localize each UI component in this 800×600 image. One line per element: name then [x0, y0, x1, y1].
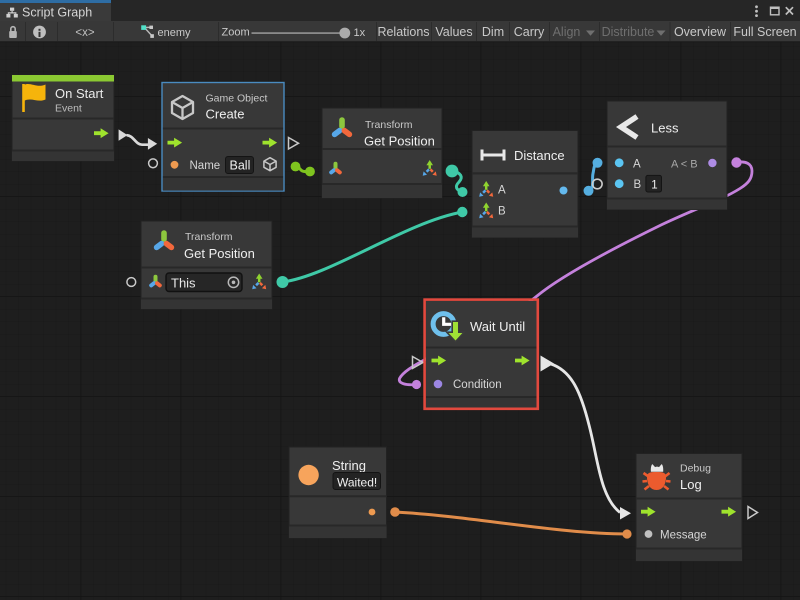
svg-text:A: A: [498, 184, 506, 196]
svg-text:Get Position: Get Position: [184, 246, 255, 261]
svg-text:Zoom: Zoom: [222, 26, 250, 38]
svg-text:Create: Create: [206, 106, 245, 121]
svg-text:Less: Less: [651, 120, 679, 135]
svg-text:Distribute: Distribute: [602, 25, 655, 39]
svg-text:Values: Values: [435, 25, 472, 39]
svg-text:Script Graph: Script Graph: [22, 5, 92, 19]
svg-text:B: B: [498, 206, 506, 218]
svg-text:<x>: <x>: [75, 27, 94, 39]
svg-text:Condition: Condition: [453, 379, 502, 391]
svg-text:Overview: Overview: [674, 25, 727, 39]
svg-text:A: A: [633, 158, 641, 170]
svg-text:Waited!: Waited!: [337, 475, 377, 489]
svg-text:Relations: Relations: [377, 25, 429, 39]
svg-text:On Start: On Start: [55, 86, 104, 101]
svg-text:Distance: Distance: [514, 148, 565, 163]
svg-text:String: String: [332, 458, 366, 473]
svg-text:Transform: Transform: [365, 119, 413, 131]
svg-text:B: B: [634, 179, 642, 191]
svg-text:1: 1: [651, 179, 657, 191]
svg-text:Name: Name: [190, 160, 221, 172]
svg-text:Log: Log: [680, 477, 702, 492]
svg-text:Get Position: Get Position: [364, 134, 435, 149]
svg-text:Transform: Transform: [185, 231, 233, 243]
svg-text:1x: 1x: [354, 27, 366, 39]
svg-text:Dim: Dim: [482, 25, 504, 39]
svg-text:Message: Message: [660, 529, 707, 541]
svg-text:Debug: Debug: [680, 462, 711, 474]
svg-text:Wait Until: Wait Until: [470, 319, 525, 334]
svg-text:This: This: [171, 275, 196, 290]
svg-text:Full Screen: Full Screen: [733, 25, 796, 39]
svg-text:Game Object: Game Object: [206, 93, 268, 105]
svg-text:Align: Align: [553, 25, 581, 39]
svg-text:Event: Event: [55, 102, 82, 114]
svg-text:Carry: Carry: [514, 25, 545, 39]
svg-text:A < B: A < B: [671, 158, 698, 170]
svg-text:enemy: enemy: [158, 27, 192, 39]
svg-text:Ball: Ball: [230, 159, 251, 173]
